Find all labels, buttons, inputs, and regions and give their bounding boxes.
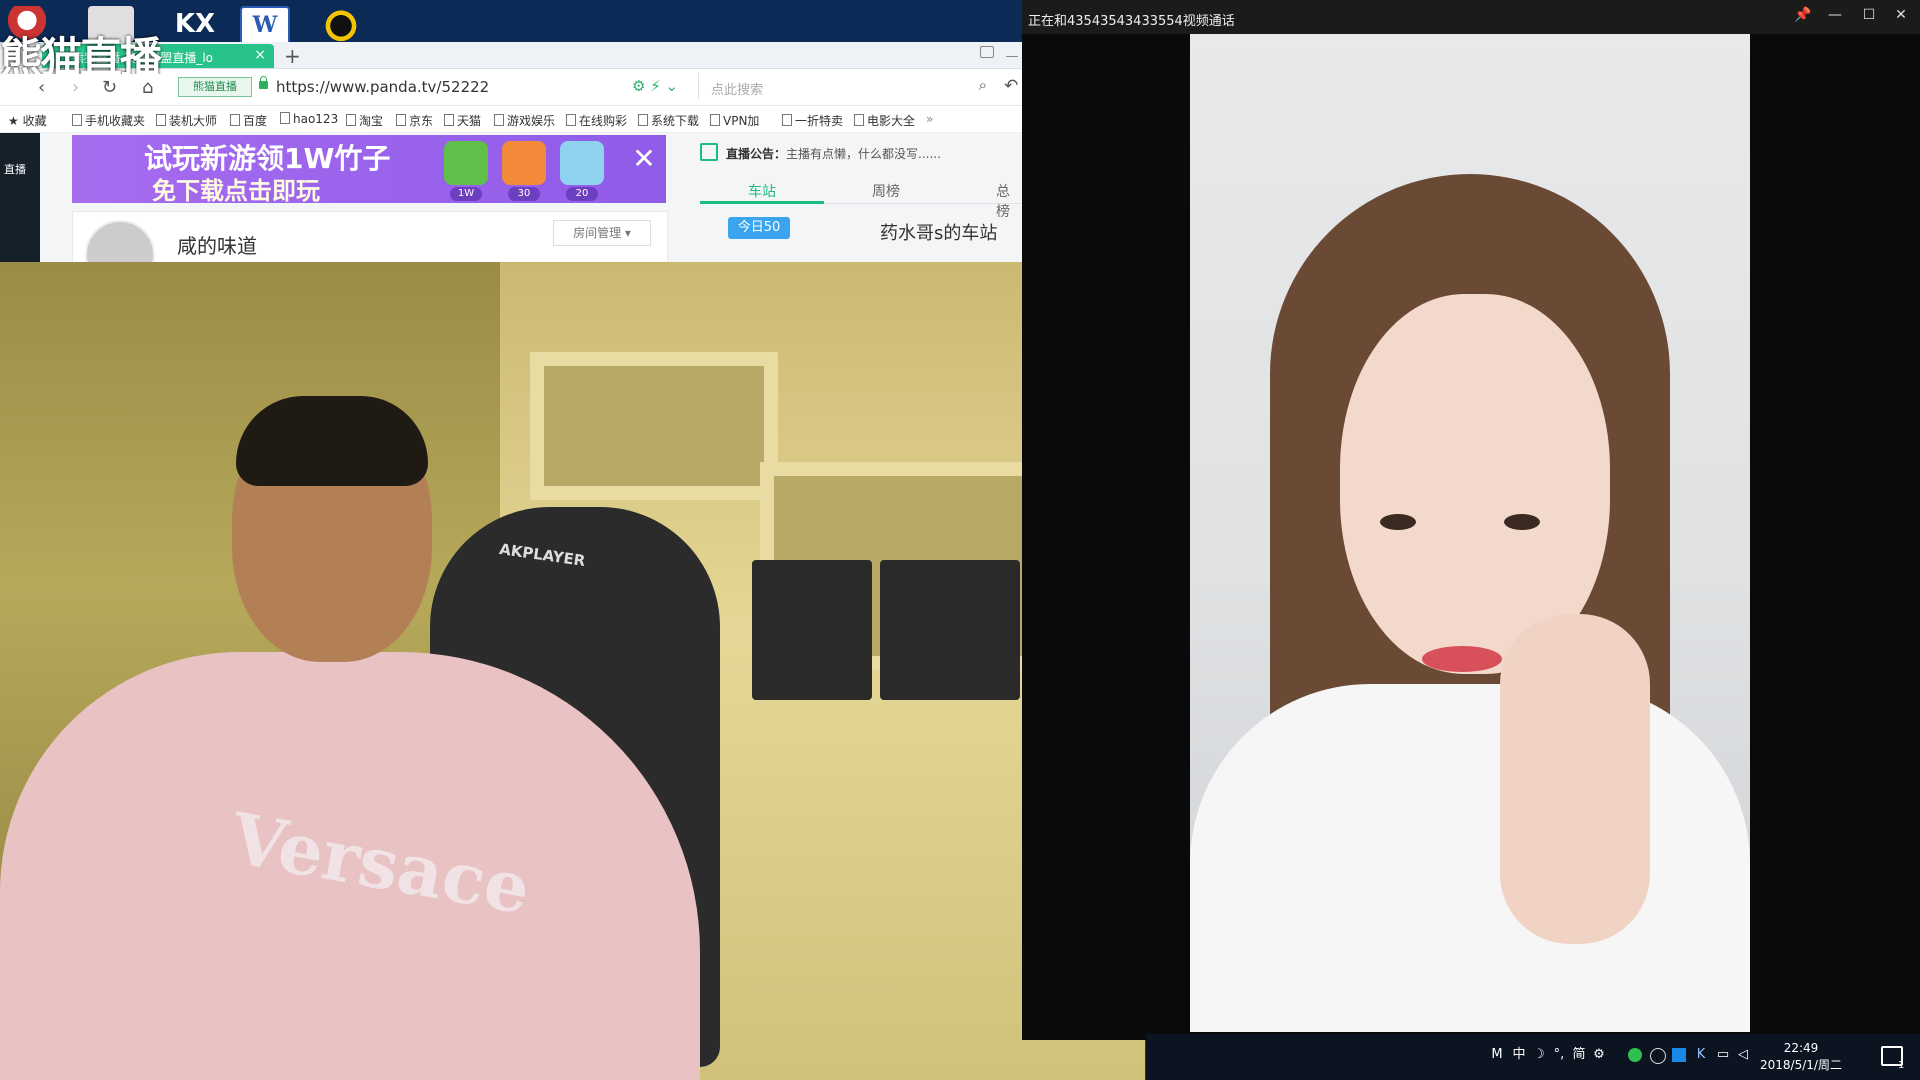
app-tray-icon[interactable] [1672,1048,1686,1062]
bookmark-item[interactable]: 系统下载 [638,112,699,129]
person-hand [1500,614,1650,944]
bookmark-item[interactable]: hao123 [280,112,338,126]
speaker-icon [700,143,718,161]
ad-game-icon[interactable]: 20 [560,141,604,201]
bookmark-item[interactable]: 淘宝 [346,112,383,129]
bookmark-item[interactable]: 游戏娱乐 [494,112,555,129]
person-lips [1422,646,1502,672]
left-rail: 直播 [0,133,40,262]
bookmark-item[interactable]: 京东 [396,112,433,129]
punctuation-icon[interactable]: °, [1552,1048,1566,1062]
bookmarks-bar: ★ 收藏 手机收藏夹 装机大师 百度 hao123 淘宝 京东 天猫 游戏娱乐 … [0,106,1022,133]
page-content: 直播 试玩新游领1W竹子 免下载点击即玩 1W 30 20 ✕ 咸的味道 房间管… [0,133,1022,262]
station-name: 药水哥s的车站 [880,223,998,244]
bookmark-item[interactable]: 百度 [230,112,267,129]
lock-icon [259,76,268,89]
speaker [752,560,872,700]
forward-button[interactable]: › [72,77,79,98]
video-call-window: 正在和43543543433554视频通话 📌 — ☐ ✕ [1022,0,1920,1040]
bookmark-item[interactable]: 手机收藏夹 [72,112,145,129]
bookmark-item[interactable]: ★ 收藏 [8,112,47,129]
tab-weekly[interactable]: 周榜 [872,181,900,201]
app-tray-icon[interactable] [1628,1048,1642,1062]
clock[interactable]: 22:49 2018/5/1/周二 [1746,1040,1856,1074]
close-button[interactable]: ✕ [1890,7,1912,27]
moon-icon[interactable]: ☽ [1532,1048,1546,1062]
word-icon[interactable]: W [240,6,290,46]
app-tray-icon[interactable]: K [1694,1048,1708,1062]
ad-game-icon[interactable]: 1W [444,141,488,201]
minimize-button[interactable]: — [1824,7,1846,27]
webcam-feed-streamer: AKPLAYER Versace [0,262,1145,1080]
speaker [880,560,1020,700]
back-button[interactable]: ‹ [38,77,45,98]
new-tab-button[interactable]: + [284,44,301,68]
ad-close-icon[interactable]: ✕ [622,137,666,181]
person-eye [1380,514,1416,530]
undo-icon[interactable]: ↶ [1004,76,1018,96]
network-icon[interactable]: ▭ [1716,1048,1730,1062]
url-field[interactable]: https://www.panda.tv/52222 [276,78,489,96]
qq-icon[interactable] [318,6,364,42]
bookmark-item[interactable]: VPN加 [710,112,759,129]
call-titlebar: 正在和43543543433554视频通话 📌 — ☐ ✕ [1022,0,1920,34]
maximize-button[interactable]: ☐ [1858,7,1880,27]
pin-icon[interactable]: 📌 [1792,7,1814,27]
room-info: 咸的味道 房间管理 ▾ [72,211,668,262]
person-eye [1504,514,1540,530]
restore-icon[interactable] [980,46,994,58]
time: 22:49 [1783,1041,1819,1055]
rail-logo[interactable]: 直播 [4,161,26,177]
bookmark-item[interactable]: 电影大全 [854,112,915,129]
watermark: 熊猫直播 [0,33,162,74]
ad-banner[interactable]: 试玩新游领1W竹子 免下载点击即玩 1W 30 20 ✕ [72,135,666,203]
call-title: 正在和43543543433554视频通话 [1028,14,1235,29]
bookmark-item[interactable]: 一折特卖 [782,112,843,129]
app-tray-icon[interactable] [1650,1048,1666,1064]
search-icon[interactable]: ⌕ [979,76,987,94]
remote-video [1190,34,1750,1032]
room-name: 咸的味道 [177,234,257,258]
settings-icon[interactable]: ⚙ [1592,1048,1606,1062]
bookmarks-more-icon[interactable]: » [926,112,933,126]
rank-tabs: 车站 周榜 总榜 [700,175,1022,220]
bookmark-item[interactable]: 在线购彩 [566,112,627,129]
tab-station[interactable]: 车站 [748,181,776,201]
taskbar: M 中 ☽ °, 简 ⚙ K ▭ ◁ 22:49 2018/5/1/周二 1 [1146,1034,1920,1080]
reload-button[interactable]: ↻ [102,77,117,98]
search-input[interactable]: 点此搜索 ⌕ [698,73,993,99]
person-shirt [1190,684,1750,1032]
tab-total[interactable]: 总榜 [996,181,1022,221]
avatar[interactable] [85,220,155,262]
ad-game-icon[interactable]: 30 [502,141,546,201]
browser-window: 熊猫直播-英雄联盟直播_lo × + ‹ › ↻ ⌂ 熊猫直播 https://… [0,42,1022,262]
active-tab-indicator [700,201,824,204]
home-button[interactable]: ⌂ [142,77,153,98]
bookmark-item[interactable]: 装机大师 [156,112,217,129]
date: 2018/5/1/周二 [1760,1058,1842,1072]
announcement: 直播公告：主播有点懒，什么都没写...... [700,143,1022,162]
tab-close-icon[interactable]: × [254,47,266,63]
minimize-icon[interactable] [1006,56,1018,57]
ime-icon[interactable]: 中 [1512,1048,1526,1062]
ad-subline: 免下载点击即玩 [152,177,320,203]
site-verify-badge[interactable]: 熊猫直播 [178,77,252,97]
extension-icons[interactable]: ⚙ ⚡ ⌄ [632,77,678,95]
tray-m-icon[interactable]: M [1490,1048,1504,1062]
notification-count: 1 [1898,1060,1905,1071]
person-hair [236,396,428,486]
room-manage-button[interactable]: 房间管理 ▾ [553,220,651,246]
shelf-cubby [530,352,778,500]
today-badge: 今日50 [728,217,790,239]
bookmark-item[interactable]: 天猫 [444,112,481,129]
search-placeholder: 点此搜索 [711,83,764,98]
address-bar: ‹ › ↻ ⌂ 熊猫直播 https://www.panda.tv/52222 … [0,69,1022,106]
simplified-icon[interactable]: 简 [1572,1048,1586,1062]
